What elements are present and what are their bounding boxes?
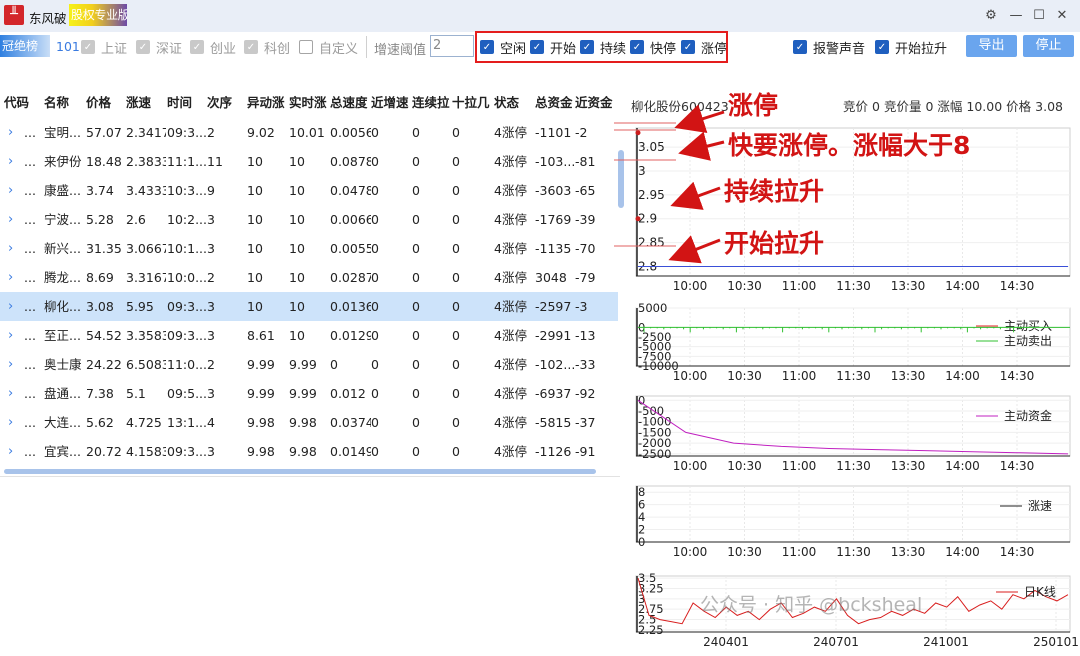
arrow-limit-up	[674, 104, 725, 134]
annotation-arrows	[614, 104, 725, 264]
arrow-start-rise	[668, 235, 721, 264]
watermark: 公众号 · 知乎 @bcksheal	[700, 594, 923, 616]
arrow-near-limit	[678, 131, 725, 161]
arrow-continue-rise	[670, 181, 721, 210]
